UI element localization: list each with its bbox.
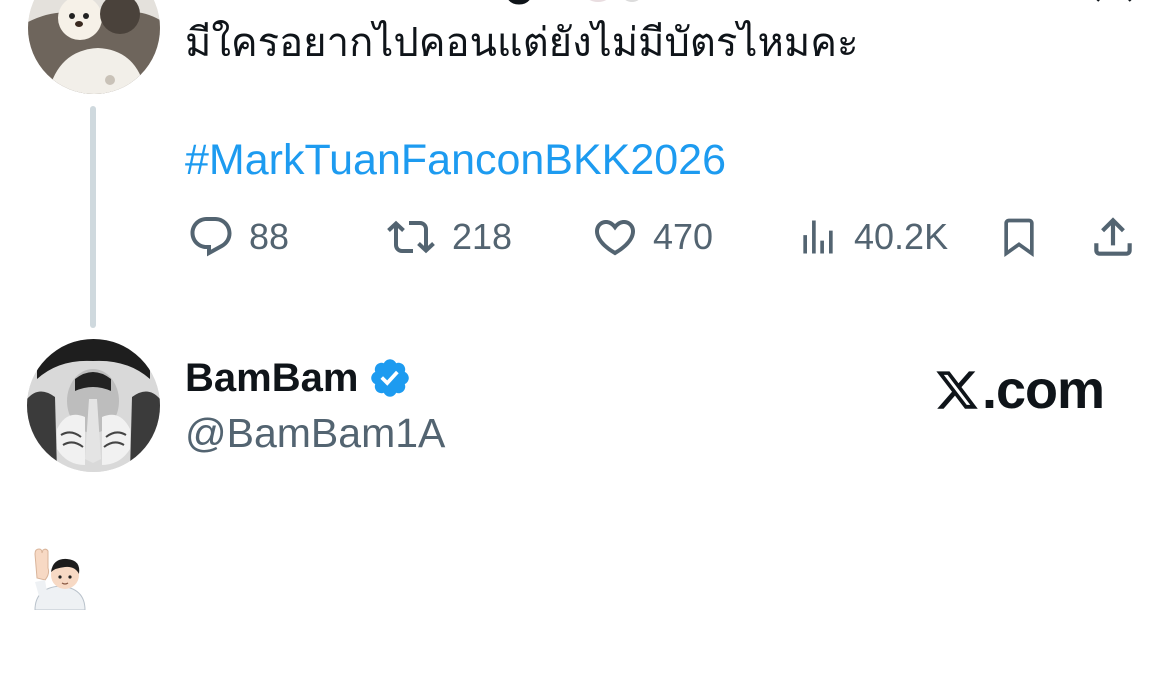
verified-badge-icon (371, 359, 410, 397)
header-decoration-icon (589, 0, 639, 2)
author-avatar[interactable] (28, 0, 160, 94)
share-icon (1094, 217, 1132, 256)
x-logo-icon (936, 371, 978, 409)
retweet-count: 218 (452, 216, 513, 257)
x-com-brand[interactable]: .com (933, 360, 1105, 420)
display-name[interactable]: BamBam (185, 352, 358, 404)
thread-connector-line (90, 106, 96, 328)
like-count: 470 (653, 216, 714, 257)
like-button[interactable]: 470 (591, 210, 713, 264)
user-handle[interactable]: @BamBam1A (185, 408, 445, 458)
heart-icon (594, 220, 636, 256)
bookmark-button[interactable] (997, 210, 1041, 264)
x-logo-icon (1096, 0, 1132, 2)
reply-author-name-row: BamBam (185, 352, 412, 404)
views-chart-icon (803, 220, 833, 254)
reply-count: 88 (249, 216, 290, 257)
retweet-button[interactable]: 218 (384, 210, 512, 264)
brand-domain-text: .com (982, 360, 1105, 420)
views-button[interactable]: 40.2K (796, 210, 948, 264)
reply-button[interactable]: 88 (187, 210, 289, 264)
reply-author-avatar[interactable] (27, 339, 160, 472)
share-button[interactable] (1088, 210, 1138, 264)
tweet-text: มีใครอยากไปคอนแต่ยังไม่มีบัตรไหมคะ (185, 20, 859, 66)
hashtag-link[interactable]: #MarkTuanFanconBKK2026 (185, 135, 726, 185)
bookmark-icon (1004, 218, 1034, 258)
author-avatar-image (28, 0, 160, 94)
retweet-icon (387, 220, 435, 254)
reply-author-avatar-image (27, 339, 160, 472)
raising-hand-person-emoji-icon (34, 548, 86, 610)
views-count: 40.2K (854, 216, 949, 257)
header-emoji-icon (508, 0, 530, 5)
reply-icon (190, 217, 232, 257)
